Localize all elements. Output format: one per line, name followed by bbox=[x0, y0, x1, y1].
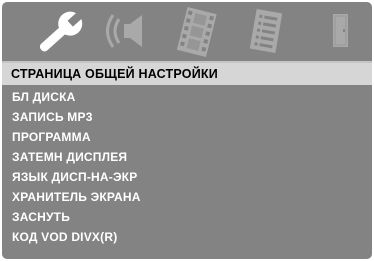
speaker-icon bbox=[106, 14, 142, 48]
wrench-icon bbox=[39, 11, 84, 52]
menu-item-sleep[interactable]: ЗАСНУТЬ bbox=[2, 207, 372, 227]
settings-menu: БЛ ДИСКА ЗАПИСЬ MP3 ПРОГРАММА ЗАТЕМН ДИС… bbox=[2, 87, 372, 247]
tab-video-setup[interactable] bbox=[170, 2, 224, 61]
film-icon bbox=[176, 6, 217, 57]
tab-preference-setup[interactable] bbox=[242, 2, 290, 61]
tab-audio-setup[interactable] bbox=[98, 2, 154, 61]
menu-item-program[interactable]: ПРОГРАММА bbox=[2, 127, 372, 147]
menu-item-screen-saver[interactable]: ХРАНИТЕЛЬ ЭКРАНА bbox=[2, 187, 372, 207]
menu-item-disc-lock[interactable]: БЛ ДИСКА bbox=[2, 87, 372, 107]
menu-item-osd-language[interactable]: ЯЗЫК ДИСП-НА-ЭКР bbox=[2, 167, 372, 187]
settings-tab-bar bbox=[2, 2, 372, 61]
page-title: СТРАНИЦА ОБЩЕЙ НАСТРОЙКИ bbox=[2, 63, 372, 85]
tab-general-setup[interactable] bbox=[28, 2, 88, 61]
tab-exit-setup[interactable] bbox=[324, 2, 358, 61]
menu-item-display-dim[interactable]: ЗАТЕМН ДИСПЛЕЯ bbox=[2, 147, 372, 167]
door-icon bbox=[333, 14, 348, 47]
menu-item-mp3-recording[interactable]: ЗАПИСЬ MP3 bbox=[2, 107, 372, 127]
menu-item-divx-vod-code[interactable]: КОД VOD DIVX(R) bbox=[2, 227, 372, 247]
document-icon bbox=[249, 9, 283, 53]
settings-osd-panel: СТРАНИЦА ОБЩЕЙ НАСТРОЙКИ БЛ ДИСКА ЗАПИСЬ… bbox=[2, 2, 372, 259]
